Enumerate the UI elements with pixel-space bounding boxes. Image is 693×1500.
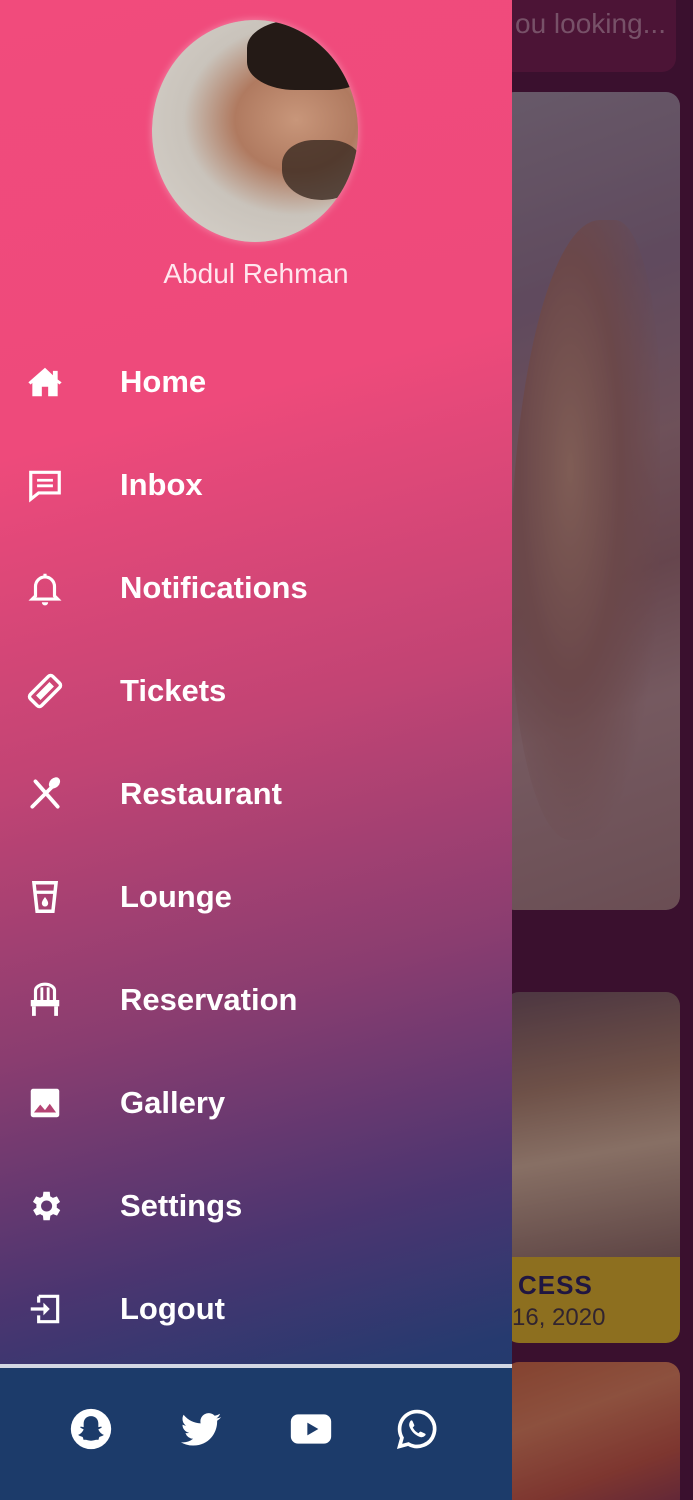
utensils-icon: [24, 773, 66, 815]
menu-item-home[interactable]: Home: [0, 330, 512, 433]
logout-icon: [24, 1288, 66, 1330]
inbox-icon: [24, 464, 66, 506]
menu-item-gallery[interactable]: Gallery: [0, 1051, 512, 1154]
menu-item-inbox[interactable]: Inbox: [0, 433, 512, 536]
ticket-icon: [24, 670, 66, 712]
avatar-beard: [282, 140, 358, 200]
whatsapp-icon[interactable]: [394, 1406, 440, 1452]
menu-label-settings: Settings: [120, 1187, 243, 1223]
menu-item-notifications[interactable]: Notifications: [0, 536, 512, 639]
menu-label-restaurant: Restaurant: [120, 775, 282, 811]
menu-label-inbox: Inbox: [120, 466, 203, 502]
menu-label-logout: Logout: [120, 1290, 226, 1326]
bell-icon: [24, 567, 66, 609]
menu-item-logout[interactable]: Logout: [0, 1257, 512, 1360]
menu-item-lounge[interactable]: Lounge: [0, 845, 512, 948]
user-name: Abdul Rehman: [163, 258, 349, 289]
menu-label-tickets: Tickets: [120, 672, 227, 708]
menu-item-tickets[interactable]: Tickets: [0, 639, 512, 742]
menu-label-gallery: Gallery: [120, 1084, 226, 1120]
twitter-icon[interactable]: [178, 1406, 224, 1452]
chair-icon: [24, 979, 66, 1021]
gear-icon: [24, 1185, 66, 1227]
avatar-hair: [247, 20, 358, 90]
youtube-icon[interactable]: [288, 1406, 334, 1452]
image-icon: [24, 1082, 66, 1124]
cup-icon: [24, 876, 66, 918]
menu-item-settings[interactable]: Settings: [0, 1154, 512, 1257]
home-icon: [24, 361, 66, 403]
navigation-drawer: Abdul Rehman Home Inbox Notifications Ti…: [0, 0, 512, 1500]
avatar[interactable]: [152, 20, 358, 242]
menu-label-notifications: Notifications: [120, 569, 308, 605]
menu-item-restaurant[interactable]: Restaurant: [0, 742, 512, 845]
menu-label-lounge: Lounge: [120, 878, 232, 914]
menu-label-reservation: Reservation: [120, 981, 298, 1017]
menu-item-reservation[interactable]: Reservation: [0, 948, 512, 1051]
menu-label-home: Home: [120, 363, 207, 399]
snapchat-icon[interactable]: [68, 1406, 114, 1452]
